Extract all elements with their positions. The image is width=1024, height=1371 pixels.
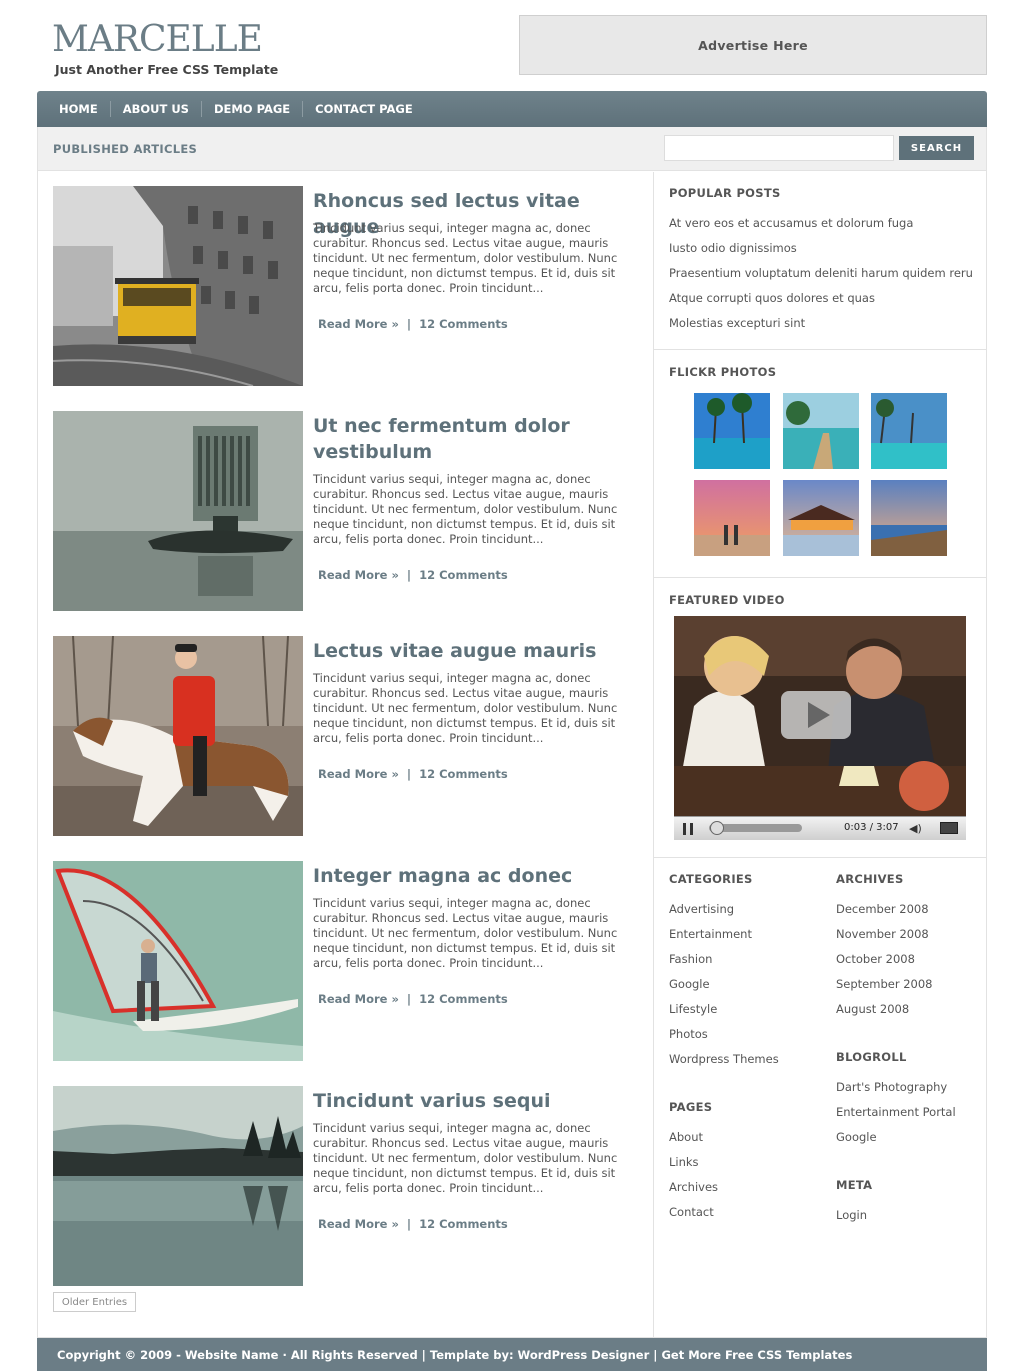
- page-link[interactable]: Contact: [669, 1203, 718, 1228]
- comments-link[interactable]: 12 Comments: [419, 568, 508, 582]
- article-3-title[interactable]: Lectus vitae augue mauris: [313, 638, 643, 664]
- category-link[interactable]: Entertainment: [669, 925, 779, 950]
- volume-icon[interactable]: ◀): [909, 822, 922, 835]
- search-input[interactable]: [664, 135, 894, 161]
- sub-bar: PUBLISHED ARTICLES SEARCH: [38, 127, 986, 171]
- read-more-link[interactable]: Read More »: [318, 317, 399, 331]
- archives-list: December 2008 November 2008 October 2008…: [836, 900, 933, 1025]
- category-link[interactable]: Photos: [669, 1025, 779, 1050]
- archive-link[interactable]: December 2008: [836, 900, 933, 925]
- article-5-body: Tincidunt varius sequi, integer magna ac…: [313, 1121, 618, 1195]
- popular-post-link[interactable]: Molestias excepturi sint: [669, 314, 973, 339]
- article-5-image[interactable]: [53, 1086, 303, 1286]
- site-tagline: Just Another Free CSS Template: [55, 62, 279, 77]
- article-5-links: Read More » | 12 Comments: [318, 1217, 508, 1231]
- flickr-heading: FLICKR PHOTOS: [669, 365, 777, 379]
- article-3-links: Read More » | 12 Comments: [318, 767, 508, 781]
- popular-post-link[interactable]: Atque corrupti quos dolores et quas: [669, 289, 973, 314]
- nav-home[interactable]: HOME: [47, 101, 110, 117]
- popular-posts-list: At vero eos et accusamus et dolorum fuga…: [669, 214, 973, 339]
- archives-heading: ARCHIVES: [836, 872, 904, 886]
- advert-banner[interactable]: Advertise Here: [519, 15, 987, 75]
- popular-post-link[interactable]: Iusto odio dignissimos: [669, 239, 973, 264]
- column-divider: [653, 172, 654, 1338]
- fullscreen-icon[interactable]: [940, 822, 958, 834]
- video-scrubber[interactable]: [710, 821, 724, 835]
- nav-contact-page[interactable]: CONTACT PAGE: [302, 101, 425, 117]
- sidebar-divider: [654, 577, 986, 578]
- article-2-body: Tincidunt varius sequi, integer magna ac…: [313, 472, 618, 546]
- categories-list: Advertising Entertainment Fashion Google…: [669, 900, 779, 1075]
- read-more-link[interactable]: Read More »: [318, 568, 399, 582]
- pages-heading: PAGES: [669, 1100, 713, 1114]
- main-nav: HOME ABOUT US DEMO PAGE CONTACT PAGE: [37, 91, 987, 127]
- popular-post-link[interactable]: At vero eos et accusamus et dolorum fuga: [669, 214, 973, 239]
- categories-heading: CATEGORIES: [669, 872, 753, 886]
- popular-post-link[interactable]: Praesentium voluptatum deleniti harum qu…: [669, 264, 973, 289]
- search-button[interactable]: SEARCH: [899, 136, 974, 160]
- video-heading: FEATURED VIDEO: [669, 593, 785, 607]
- video-time: 0:03 / 3:07: [844, 822, 899, 833]
- nav-about-us[interactable]: ABOUT US: [109, 101, 201, 117]
- page-link[interactable]: About: [669, 1128, 718, 1153]
- flickr-photo[interactable]: [694, 393, 770, 469]
- page-link[interactable]: Archives: [669, 1178, 718, 1203]
- article-4-body: Tincidunt varius sequi, integer magna ac…: [313, 896, 618, 970]
- pause-icon[interactable]: [683, 823, 693, 835]
- video-player[interactable]: 0:03 / 3:07 ◀): [674, 616, 966, 840]
- article-1-links: Read More » | 12 Comments: [318, 317, 508, 331]
- article-2-title[interactable]: Ut nec fermentum dolor vestibulum: [313, 413, 643, 465]
- archive-link[interactable]: September 2008: [836, 975, 933, 1000]
- article-1-image[interactable]: [53, 186, 303, 386]
- sidebar-divider: [654, 349, 986, 350]
- popular-posts-heading: POPULAR POSTS: [669, 186, 781, 200]
- video-controls: 0:03 / 3:07 ◀): [674, 816, 966, 840]
- login-link[interactable]: Login: [836, 1206, 867, 1231]
- article-5-title[interactable]: Tincidunt varius sequi: [313, 1088, 643, 1114]
- sidebar-divider: [654, 857, 986, 858]
- footer: Copyright © 2009 - Website Name · All Ri…: [37, 1338, 987, 1371]
- flickr-photo[interactable]: [783, 393, 859, 469]
- archive-link[interactable]: November 2008: [836, 925, 933, 950]
- read-more-link[interactable]: Read More »: [318, 767, 399, 781]
- article-2-links: Read More » | 12 Comments: [318, 568, 508, 582]
- blogroll-link[interactable]: Dart's Photography: [836, 1078, 956, 1103]
- flickr-photo[interactable]: [694, 480, 770, 556]
- comments-link[interactable]: 12 Comments: [419, 992, 508, 1006]
- older-entries-button[interactable]: Older Entries: [53, 1292, 136, 1312]
- article-4-links: Read More » | 12 Comments: [318, 992, 508, 1006]
- meta-heading: META: [836, 1178, 873, 1192]
- meta-list: Login: [836, 1206, 867, 1231]
- flickr-photo[interactable]: [871, 393, 947, 469]
- blogroll-list: Dart's Photography Entertainment Portal …: [836, 1078, 956, 1153]
- article-4-title[interactable]: Integer magna ac donec: [313, 863, 643, 889]
- blogroll-heading: BLOGROLL: [836, 1050, 907, 1064]
- comments-link[interactable]: 12 Comments: [419, 317, 508, 331]
- category-link[interactable]: Lifestyle: [669, 1000, 779, 1025]
- blogroll-link[interactable]: Entertainment Portal: [836, 1103, 956, 1128]
- comments-link[interactable]: 12 Comments: [419, 1217, 508, 1231]
- nav-demo-page[interactable]: DEMO PAGE: [200, 101, 302, 117]
- article-1-body: Tincidunt varius sequi, integer magna ac…: [313, 221, 618, 295]
- page-link[interactable]: Links: [669, 1153, 718, 1178]
- article-4-image[interactable]: [53, 861, 303, 1061]
- article-3-body: Tincidunt varius sequi, integer magna ac…: [313, 671, 618, 745]
- read-more-link[interactable]: Read More »: [318, 992, 399, 1006]
- flickr-photo[interactable]: [783, 480, 859, 556]
- article-3-image[interactable]: [53, 636, 303, 836]
- section-title: PUBLISHED ARTICLES: [53, 142, 198, 156]
- article-2-image[interactable]: [53, 411, 303, 611]
- site-logo[interactable]: MARCELLE: [52, 20, 263, 60]
- category-link[interactable]: Wordpress Themes: [669, 1050, 779, 1075]
- blogroll-link[interactable]: Google: [836, 1128, 956, 1153]
- archive-link[interactable]: August 2008: [836, 1000, 933, 1025]
- pages-list: About Links Archives Contact: [669, 1128, 718, 1228]
- archive-link[interactable]: October 2008: [836, 950, 933, 975]
- flickr-photo[interactable]: [871, 480, 947, 556]
- category-link[interactable]: Fashion: [669, 950, 779, 975]
- comments-link[interactable]: 12 Comments: [419, 767, 508, 781]
- category-link[interactable]: Google: [669, 975, 779, 1000]
- category-link[interactable]: Advertising: [669, 900, 779, 925]
- read-more-link[interactable]: Read More »: [318, 1217, 399, 1231]
